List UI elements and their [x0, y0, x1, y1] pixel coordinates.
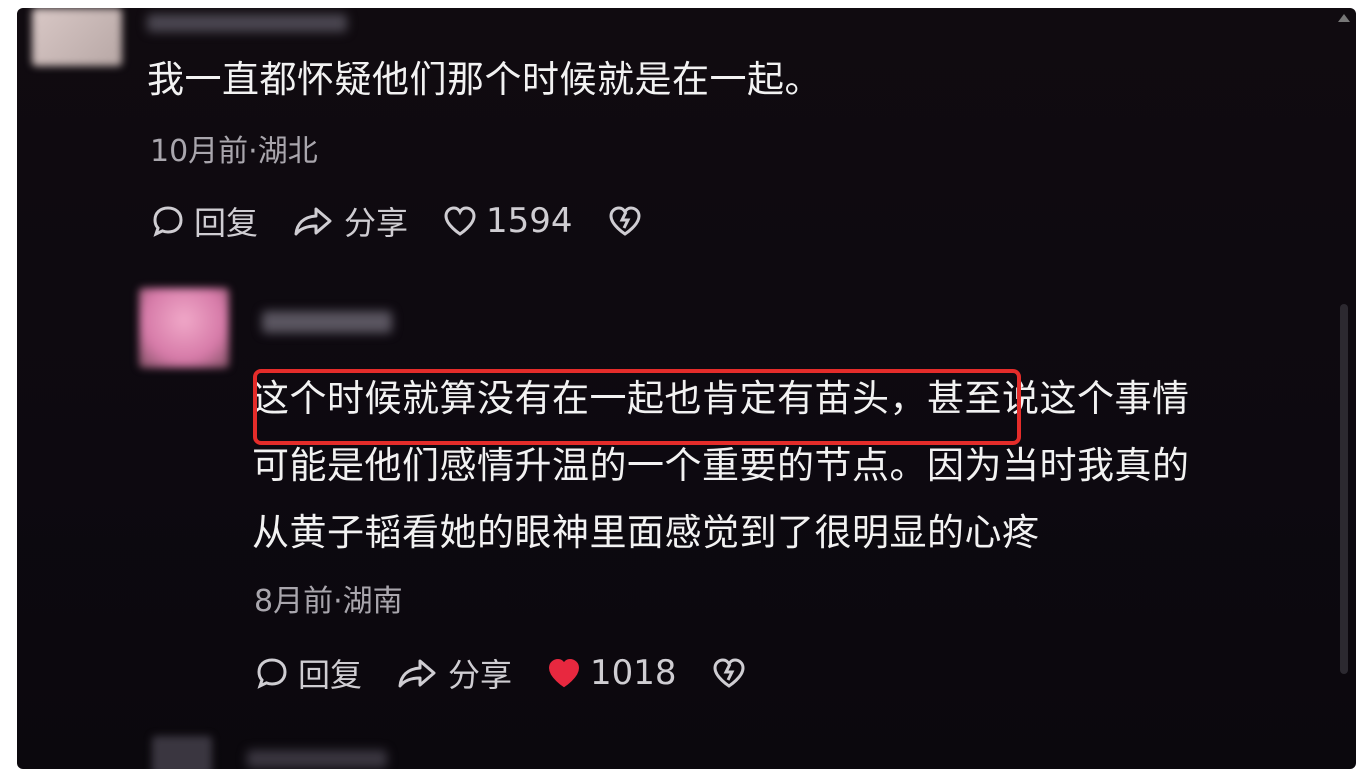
heart-icon	[549, 658, 580, 688]
share-label: 分享	[448, 656, 513, 694]
comment-icon	[153, 206, 183, 237]
like-button[interactable]: 1018	[546, 653, 677, 693]
comment-meta: 10月前·湖北	[150, 134, 318, 169]
scrollbar[interactable]	[1340, 304, 1348, 674]
reply-user-avatar[interactable]	[139, 288, 229, 368]
reply-text-line-3: 从黄子韬看她的眼神里面感觉到了很明显的心疼	[252, 511, 1040, 554]
username-redacted[interactable]	[147, 14, 347, 32]
dislike-icon	[609, 206, 641, 236]
next-username-redacted[interactable]	[247, 750, 387, 768]
scroll-up-arrow[interactable]	[1338, 14, 1350, 22]
like-count: 1018	[590, 653, 677, 693]
highlight-box	[253, 369, 1021, 445]
share-icon	[398, 659, 436, 688]
reply-username-redacted[interactable]	[262, 311, 392, 333]
share-button[interactable]: 分享	[396, 650, 512, 696]
comment-actions: 回复 分享 1594	[150, 198, 685, 244]
share-button[interactable]: 分享	[292, 198, 408, 244]
comment-text: 我一直都怀疑他们那个时候就是在一起。	[147, 58, 822, 101]
share-icon	[294, 207, 332, 236]
share-label: 分享	[344, 204, 409, 242]
comments-panel: 我一直都怀疑他们那个时候就是在一起。 10月前·湖北 回复 分享 1594 这个…	[17, 8, 1356, 769]
comment-icon	[257, 658, 287, 689]
reply-label: 回复	[194, 204, 259, 242]
reply-button[interactable]: 回复	[254, 650, 362, 696]
like-count: 1594	[486, 201, 573, 241]
like-button[interactable]: 1594	[442, 201, 573, 241]
reply-actions: 回复 分享 1018	[254, 650, 789, 696]
user-avatar[interactable]	[32, 8, 122, 66]
reply-button[interactable]: 回复	[150, 198, 258, 244]
dislike-button[interactable]	[711, 655, 755, 691]
next-user-avatar[interactable]	[152, 736, 212, 769]
dislike-icon	[713, 658, 745, 688]
reply-meta: 8月前·湖南	[254, 584, 403, 619]
dislike-button[interactable]	[607, 203, 651, 239]
reply-label: 回复	[298, 656, 363, 694]
heart-icon	[444, 206, 476, 236]
